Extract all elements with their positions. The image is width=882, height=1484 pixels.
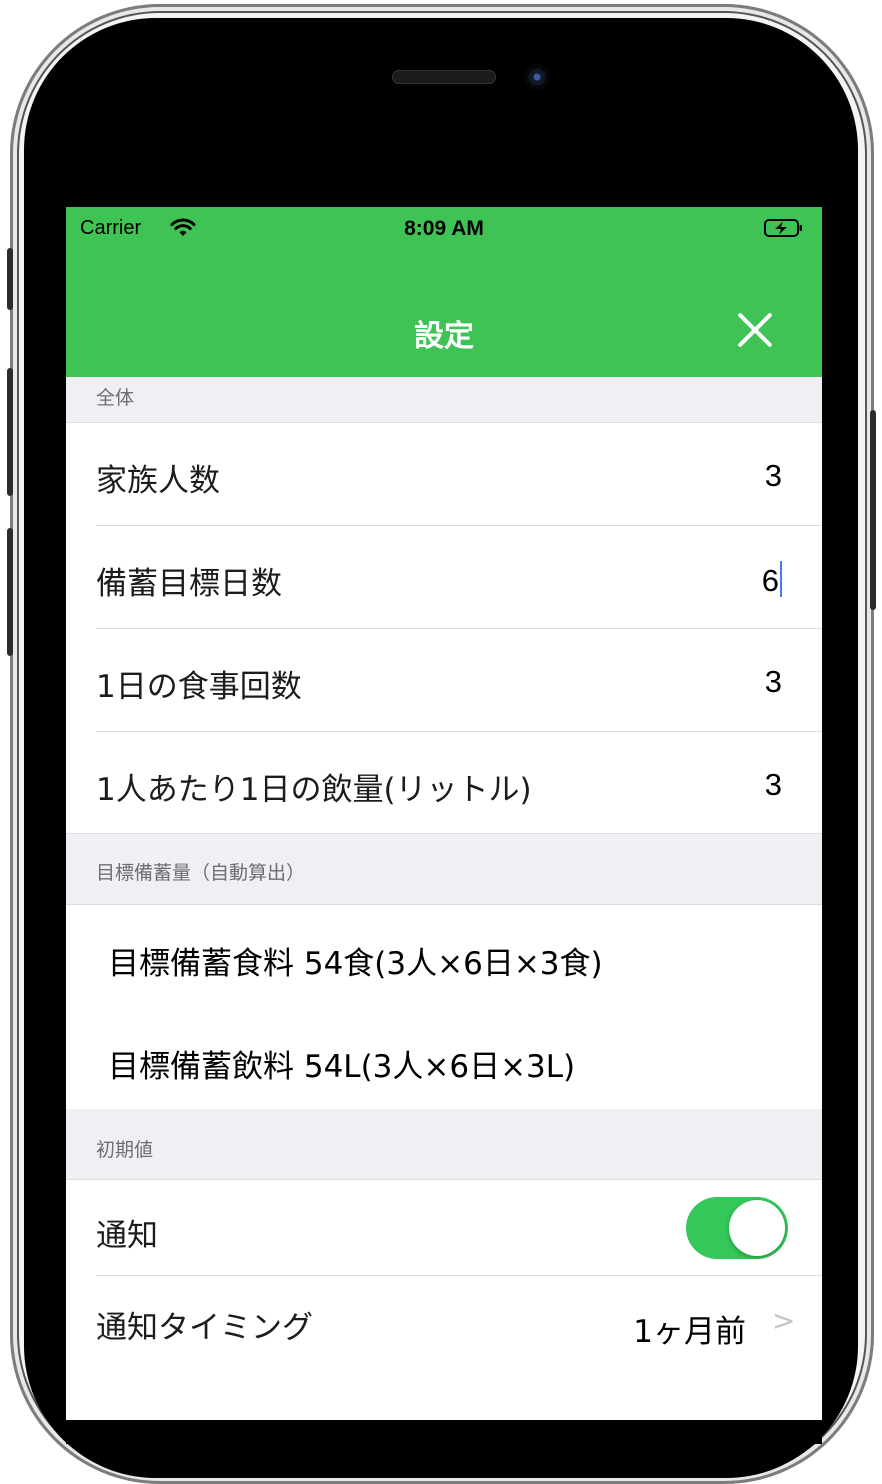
section-header-defaults-label: 初期値 [96, 1139, 154, 1161]
stock-days-row[interactable]: 6 備蓄目標日数 [66, 526, 822, 629]
notification-timing-value: 1ヶ月前 [633, 1314, 746, 1350]
section-header-defaults: 初期値 [66, 1109, 822, 1179]
water-per-person-row[interactable]: 1人あたり1日の飲量(リットル) 3 [66, 732, 822, 833]
family-count-label: 家族人数 [96, 463, 220, 499]
section-header-general-label: 全体 [96, 387, 135, 409]
water-per-person-label: 1人あたり1日の飲量(リットル) [96, 772, 532, 808]
power-button [870, 410, 876, 610]
phone-screen: Carrier 8:09 AM 設定 全体 家族人数 3 6 備蓄目標日数 1日… [66, 44, 822, 1444]
notification-row: 通知 [66, 1180, 822, 1276]
volume-up-button [7, 368, 13, 496]
general-settings-group: 家族人数 3 6 備蓄目標日数 1日の食事回数 3 1人あたり1日の飲量(リット… [66, 422, 822, 834]
chevron-right-icon: > [772, 1304, 796, 1337]
notification-toggle[interactable] [686, 1197, 788, 1259]
status-time: 8:09 AM [404, 217, 484, 240]
section-header-general: 全体 [66, 377, 822, 423]
toggle-knob [729, 1200, 785, 1256]
target-water-row: 目標備蓄飲料 54L(3人×6日×3L) [66, 1008, 822, 1109]
page-title: 設定 [414, 319, 474, 354]
notification-label: 通知 [96, 1218, 158, 1254]
navigation-bar: Carrier 8:09 AM 設定 [66, 207, 822, 377]
family-count-row[interactable]: 家族人数 3 [66, 423, 822, 526]
target-water-text: 目標備蓄飲料 54L(3人×6日×3L) [108, 1049, 576, 1085]
family-count-input[interactable]: 3 [765, 458, 782, 494]
defaults-group: 通知 通知タイミング 1ヶ月前 > [66, 1179, 822, 1420]
close-icon[interactable] [734, 309, 776, 351]
stock-days-label: 備蓄目標日数 [96, 566, 282, 602]
text-cursor [780, 561, 782, 597]
notification-timing-row[interactable]: 通知タイミング 1ヶ月前 > [66, 1276, 822, 1376]
volume-down-button [7, 528, 13, 656]
stock-days-value: 6 [761, 563, 779, 598]
target-food-text: 目標備蓄食料 54食(3人×6日×3食) [108, 946, 603, 982]
battery-charging-icon [764, 219, 802, 237]
meals-per-day-label: 1日の食事回数 [96, 669, 302, 705]
section-header-target-label: 目標備蓄量（自動算出） [96, 862, 306, 884]
status-bar: Carrier 8:09 AM [66, 207, 822, 251]
settings-app: Carrier 8:09 AM 設定 全体 家族人数 3 6 備蓄目標日数 1日… [66, 207, 822, 1420]
speaker-grille [392, 70, 496, 84]
meals-per-day-input[interactable]: 3 [765, 664, 782, 700]
meals-per-day-row[interactable]: 1日の食事回数 3 [66, 629, 822, 732]
target-stock-group: 目標備蓄食料 54食(3人×6日×3食) 目標備蓄飲料 54L(3人×6日×3L… [66, 904, 822, 1110]
notification-timing-label: 通知タイミング [96, 1310, 313, 1346]
front-camera [524, 64, 550, 90]
section-header-target: 目標備蓄量（自動算出） [66, 834, 822, 904]
stock-days-input[interactable]: 6 [762, 561, 782, 599]
mute-switch [7, 248, 13, 310]
water-per-person-input[interactable]: 3 [765, 767, 782, 803]
target-food-row: 目標備蓄食料 54食(3人×6日×3食) [66, 905, 822, 1008]
